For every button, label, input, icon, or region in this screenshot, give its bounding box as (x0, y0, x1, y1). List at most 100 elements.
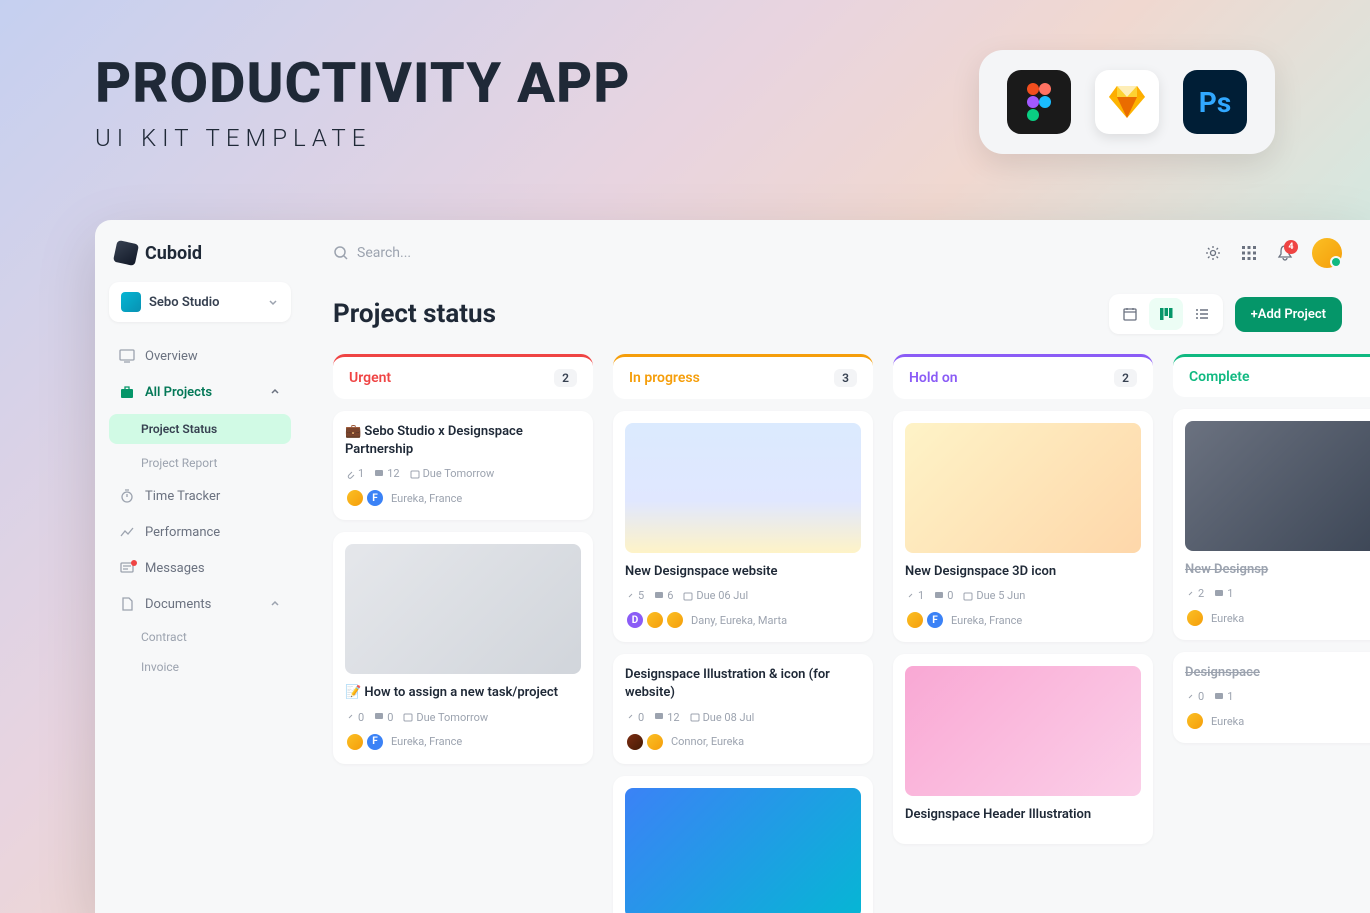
chevron-down-icon (267, 296, 279, 308)
nav-contract[interactable]: Contract (109, 624, 291, 650)
nav-messages[interactable]: Messages (109, 552, 291, 584)
comment-count: 1 (1214, 690, 1233, 703)
assignee-names: Eureka, France (391, 735, 462, 748)
avatar: F (365, 732, 385, 752)
comment-icon (1214, 692, 1224, 702)
bell-icon[interactable]: 4 (1276, 244, 1294, 262)
topbar-actions: 4 (1204, 238, 1342, 268)
avatar: D (625, 610, 645, 630)
card-title: New Designspace 3D icon (905, 563, 1141, 581)
card-image (905, 423, 1141, 553)
column-title: Hold on (909, 370, 958, 386)
nav-project-report[interactable]: Project Report (109, 450, 291, 476)
chart-icon (119, 524, 135, 540)
column-progress: In progress 3 New Designspace website 5 … (613, 354, 873, 913)
card-image (625, 423, 861, 553)
chevron-up-icon (269, 386, 281, 398)
card-meta: 2 1 (1185, 587, 1370, 600)
task-card[interactable]: Designspace Illustration & icon (for web… (613, 654, 873, 763)
avatar: F (365, 488, 385, 508)
card-title: Designspace (1185, 664, 1370, 682)
task-card[interactable]: New Designspace website 5 6 Due 06 Jul D… (613, 411, 873, 642)
card-assignees: F Eureka, France (345, 488, 581, 508)
brand-logo: Cuboid (109, 238, 291, 278)
due-date: Due 5 Jun (963, 589, 1025, 602)
search-icon (333, 245, 349, 261)
promo-title: PRODUCTIVITY APP (95, 50, 631, 116)
workspace-name: Sebo Studio (149, 295, 219, 310)
stopwatch-icon (119, 488, 135, 504)
user-avatar[interactable] (1312, 238, 1342, 268)
sidebar: Cuboid Sebo Studio Overview All Projects… (95, 220, 305, 913)
calendar-icon (690, 712, 700, 722)
add-project-button[interactable]: +Add Project (1235, 297, 1342, 332)
search-input[interactable]: Search... (333, 245, 1192, 261)
task-card[interactable]: New Designspace 3D icon 1 0 Due 5 Jun FE… (893, 411, 1153, 642)
task-card[interactable]: 📝 How to assign a new task/project 0 0 D… (333, 532, 593, 763)
comment-icon (1214, 589, 1224, 599)
calendar-view-button[interactable] (1113, 298, 1147, 330)
nav-overview[interactable]: Overview (109, 340, 291, 372)
task-card[interactable]: New Designsp 2 1 Eureka (1173, 409, 1370, 640)
task-card[interactable]: Designspace 0 1 Eureka (1173, 652, 1370, 743)
nav-time-tracker[interactable]: Time Tracker (109, 480, 291, 512)
document-icon (119, 596, 135, 612)
due-date: Due 06 Jul (683, 589, 748, 602)
column-hold: Hold on 2 New Designspace 3D icon 1 0 Du… (893, 354, 1153, 913)
card-title: Designspace Illustration & icon (for web… (625, 666, 861, 702)
nav-all-projects[interactable]: All Projects (109, 376, 291, 408)
card-title: New Designsp (1185, 561, 1370, 579)
column-count: 2 (554, 369, 577, 387)
workspace-selector[interactable]: Sebo Studio (109, 282, 291, 322)
column-count: 3 (834, 369, 857, 387)
nav-documents[interactable]: Documents (109, 588, 291, 620)
column-header: Hold on 2 (893, 354, 1153, 399)
task-card[interactable]: 💼 Sebo Studio x Designspace Partnership … (333, 411, 593, 520)
avatar: F (925, 610, 945, 630)
message-icon (119, 560, 135, 576)
paperclip-icon (345, 712, 355, 722)
comment-count: 12 (654, 711, 679, 724)
nav-label: Time Tracker (145, 489, 220, 504)
app-badges: Ps (979, 50, 1275, 154)
list-view-button[interactable] (1185, 298, 1219, 330)
due-date: Due Tomorrow (410, 467, 495, 480)
card-assignees: Eureka (1185, 608, 1370, 628)
comment-count: 0 (374, 711, 393, 724)
card-meta: 0 1 (1185, 690, 1370, 703)
logo-icon (113, 240, 139, 266)
photoshop-icon: Ps (1183, 70, 1247, 134)
avatar (645, 732, 665, 752)
comment-icon (654, 591, 664, 601)
assignee-names: Eureka, France (391, 492, 462, 505)
paperclip-icon (1185, 692, 1195, 702)
nav-invoice[interactable]: Invoice (109, 654, 291, 680)
column-urgent: Urgent 2 💼 Sebo Studio x Designspace Par… (333, 354, 593, 913)
avatar (1185, 711, 1205, 731)
card-title: 💼 Sebo Studio x Designspace Partnership (345, 423, 581, 459)
attachment-count: 0 (345, 711, 364, 724)
comment-icon (934, 591, 944, 601)
attachment-count: 0 (625, 711, 644, 724)
due-date: Due Tomorrow (403, 711, 488, 724)
avatar (665, 610, 685, 630)
assignee-names: Eureka (1211, 715, 1244, 728)
card-meta: 5 6 Due 06 Jul (625, 589, 861, 602)
board-view-button[interactable] (1149, 298, 1183, 330)
sketch-icon (1095, 70, 1159, 134)
card-title: New Designspace website (625, 563, 861, 581)
avatar (905, 610, 925, 630)
page-title: Project status (333, 299, 496, 329)
apps-grid-icon[interactable] (1240, 244, 1258, 262)
nav-project-status[interactable]: Project Status (109, 414, 291, 444)
task-card[interactable]: Designspace Header Illustration (893, 654, 1153, 844)
card-assignees: FEureka, France (905, 610, 1141, 630)
nav-performance[interactable]: Performance (109, 516, 291, 548)
nav-label: Overview (145, 349, 198, 364)
paperclip-icon (625, 591, 635, 601)
gear-icon[interactable] (1204, 244, 1222, 262)
briefcase-icon (119, 384, 135, 400)
column-complete: Complete New Designsp 2 1 Eureka Designs… (1173, 354, 1370, 913)
task-card[interactable] (613, 776, 873, 913)
workspace-icon (121, 292, 141, 312)
